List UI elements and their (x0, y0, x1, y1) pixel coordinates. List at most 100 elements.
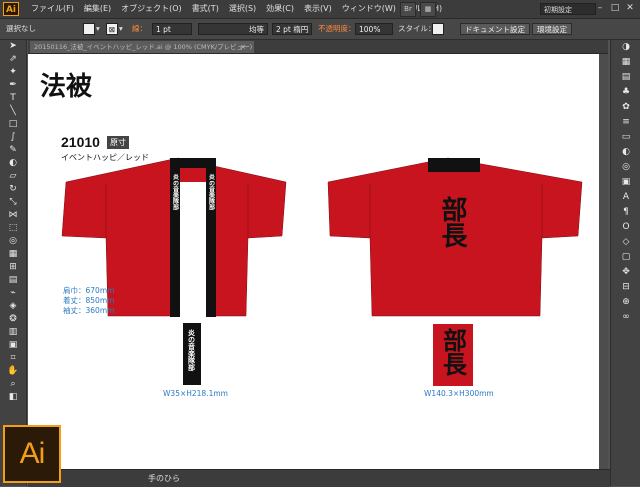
close-icon[interactable]: ✕ (624, 2, 636, 14)
workspace-switcher[interactable]: 初期設定 (540, 3, 596, 15)
selection-tool-icon[interactable]: ➤ (0, 40, 26, 53)
back-print-sample[interactable]: 部長 (433, 324, 473, 386)
collar-size-caption: W35×H218.1mm (163, 389, 228, 398)
menu-window[interactable]: ウィンドウ(W) (337, 0, 401, 18)
menu-effect[interactable]: 効果(C) (261, 0, 299, 18)
paragraph-icon[interactable]: ¶ (611, 205, 640, 220)
app-logo: Ai (3, 2, 19, 16)
artboard-canvas[interactable]: 法被 21010 原寸 イベントハッピ／レッド 炎の音楽隊部 炎の音楽隊部 肩巾… (28, 54, 608, 469)
fill-swatch[interactable] (83, 23, 95, 35)
menu-select[interactable]: 選択(S) (224, 0, 261, 18)
appearance-icon[interactable]: ◎ (611, 160, 640, 175)
color-panel-icon[interactable]: ◑ (611, 40, 640, 55)
fill-stroke-icon[interactable]: ◧ (0, 391, 26, 404)
pencil-tool-icon[interactable]: ✎ (0, 144, 26, 157)
eyedropper-icon[interactable]: ⌁ (0, 287, 26, 300)
pathfinder-icon[interactable]: ⊕ (611, 295, 640, 310)
collar-text-left: 炎の音楽隊部 (172, 173, 180, 211)
illustrator-logo: Ai (3, 425, 61, 483)
symbols-icon[interactable]: ✿ (611, 100, 640, 115)
variable-width-profile[interactable]: 均等 (198, 23, 268, 35)
gradient-tool-icon[interactable]: ▤ (0, 274, 26, 287)
links-icon[interactable]: ∞ (611, 310, 640, 325)
brush-definition[interactable]: 2 pt 楕円 (272, 23, 312, 35)
swatches-icon[interactable]: ▤ (611, 70, 640, 85)
maximize-icon[interactable]: □ (609, 2, 621, 14)
artboard-title: 法被 (40, 72, 93, 102)
stroke-weight-field[interactable]: 1 pt (152, 23, 192, 35)
rotate-tool-icon[interactable]: ↻ (0, 183, 26, 196)
collar-print-sample[interactable]: 炎の音楽隊部 (183, 323, 201, 385)
type-tool-icon[interactable]: T (0, 92, 26, 105)
shape-builder-icon[interactable]: ◎ (0, 235, 26, 248)
magic-wand-icon[interactable]: ✦ (0, 66, 26, 79)
menu-type[interactable]: 書式(T) (187, 0, 224, 18)
gradient-panel-icon[interactable]: ▭ (611, 130, 640, 145)
line-tool-icon[interactable]: ╲ (0, 105, 26, 118)
menu-object[interactable]: オブジェクト(O) (116, 0, 187, 18)
vertical-scrollbar[interactable] (599, 54, 608, 469)
current-tool-status: 手のひら (148, 474, 180, 483)
opacity-field[interactable]: 100% (355, 23, 393, 35)
document-setup-button[interactable]: ドキュメント設定 (460, 23, 530, 35)
mesh-tool-icon[interactable]: ⊞ (0, 261, 26, 274)
panel-dock: ◑ ▦ ▤ ♣ ✿ ≡ ▭ ◐ ◎ ▣ A ¶ O ◇ ▢ ✥ ⊟ ⊕ ∞ (610, 40, 640, 486)
artboard-tool-icon[interactable]: ▣ (0, 339, 26, 352)
menu-file[interactable]: ファイル(F) (26, 0, 79, 18)
zoom-tool-icon[interactable]: ⌕ (0, 378, 26, 391)
paintbrush-tool-icon[interactable]: ∫ (0, 131, 26, 144)
selection-status: 選択なし (6, 24, 36, 33)
happi-back-view[interactable]: 部長 (324, 154, 586, 319)
back-size-caption: W140.3×H300mm (424, 389, 494, 398)
pen-tool-icon[interactable]: ✒ (0, 79, 26, 92)
brushes-icon[interactable]: ♣ (611, 85, 640, 100)
stroke-panel-icon[interactable]: ≡ (611, 115, 640, 130)
artboards-icon[interactable]: ▢ (611, 250, 640, 265)
symbol-sprayer-icon[interactable]: ❂ (0, 313, 26, 326)
stroke-label[interactable]: 線： (132, 23, 147, 35)
scale-tool-icon[interactable]: ⤡ (0, 196, 26, 209)
minimize-icon[interactable]: – (594, 2, 606, 14)
document-tab[interactable]: 20150116_法被_イベントハッピ_レッド.ai @ 100% (CMYK/… (30, 41, 254, 53)
fill-dropdown-icon[interactable]: ▾ (96, 23, 100, 35)
menu-edit[interactable]: 編集(E) (79, 0, 116, 18)
opentype-icon[interactable]: O (611, 220, 640, 235)
preferences-button[interactable]: 環境設定 (532, 23, 572, 35)
collar-text-right: 炎の音楽隊部 (208, 173, 216, 211)
front-gap (180, 182, 206, 317)
transparency-icon[interactable]: ◐ (611, 145, 640, 160)
graphic-styles-icon[interactable]: ▣ (611, 175, 640, 190)
free-transform-icon[interactable]: ⬚ (0, 222, 26, 235)
direct-selection-tool-icon[interactable]: ⇗ (0, 53, 26, 66)
window-buttons: – □ ✕ (594, 2, 636, 14)
blend-tool-icon[interactable]: ◈ (0, 300, 26, 313)
color-guide-icon[interactable]: ▦ (611, 55, 640, 70)
back-print-text: 部長 (437, 196, 467, 249)
hand-tool-icon[interactable]: ✋ (0, 365, 26, 378)
back-collar (428, 158, 480, 172)
layers-icon[interactable]: ◇ (611, 235, 640, 250)
tab-close-icon[interactable]: × (240, 41, 246, 53)
bridge-icon[interactable]: Br (400, 2, 416, 17)
slice-tool-icon[interactable]: ⌗ (0, 352, 26, 365)
stroke-dropdown-icon[interactable]: ▾ (119, 23, 123, 35)
document-tab-title: 20150116_法被_イベントハッピ_レッド.ai @ 100% (CMYK/… (34, 43, 253, 51)
collar-sample-text: 炎の音楽隊部 (187, 329, 197, 372)
align-icon[interactable]: ⊟ (611, 280, 640, 295)
dimensions-list: 肩巾：670mm 着丈：850mm 袖丈：360mm (63, 286, 114, 316)
arrange-documents-icon[interactable]: ▦ (420, 2, 436, 17)
column-graph-icon[interactable]: ▥ (0, 326, 26, 339)
perspective-grid-icon[interactable]: ▦ (0, 248, 26, 261)
eraser-tool-icon[interactable]: ▱ (0, 170, 26, 183)
blob-brush-icon[interactable]: ◐ (0, 157, 26, 170)
graphic-style-swatch[interactable] (432, 23, 444, 35)
menu-view[interactable]: 表示(V) (299, 0, 337, 18)
width-tool-icon[interactable]: ⋈ (0, 209, 26, 222)
rectangle-tool-icon[interactable]: □ (0, 118, 26, 131)
opacity-label[interactable]: 不透明度： (318, 23, 356, 35)
shoulder-width: 肩巾：670mm (63, 286, 115, 295)
character-icon[interactable]: A (611, 190, 640, 205)
transform-icon[interactable]: ✥ (611, 265, 640, 280)
stroke-swatch[interactable]: ⊠ (106, 23, 118, 35)
control-bar: 選択なし ▾ ⊠ ▾ 線： 1 pt 均等 2 pt 楕円 不透明度： 100%… (0, 19, 640, 40)
